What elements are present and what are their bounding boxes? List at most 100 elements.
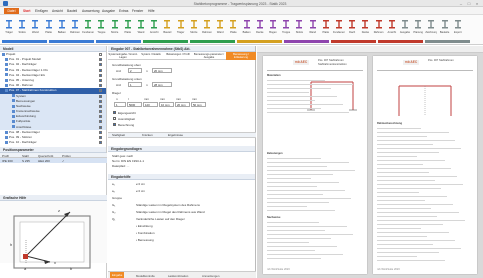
ribbon-button[interactable]: Bauteil [162,17,172,37]
ribbon-button[interactable]: Bogen [268,17,278,37]
visibility-checkbox[interactable] [99,58,102,62]
ribbon-button[interactable]: Export [453,17,463,37]
ribbon-button[interactable]: Platte [228,17,238,37]
ribbon-button[interactable]: Treppe [281,17,291,37]
document-preview[interactable]: mb AEC Pos. 007 Stahlrahmen Stahlrahmenk… [257,46,483,278]
ribbon-button[interactable]: Fundament [333,17,345,37]
ribbon-button[interactable]: Stütze [294,17,304,37]
close-icon[interactable]: × [474,1,480,6]
count-input-bottom[interactable]: 1 [128,82,142,87]
tree-item[interactable]: Pos. 10 - Dachträger [0,140,106,145]
visibility-checkbox[interactable] [99,78,102,82]
menu-item-ansicht[interactable]: Ansicht [52,9,63,13]
row-label[interactable]: Ergebnisse [168,133,183,137]
row-label[interactable]: Steifigkeit [112,133,125,137]
text-line [377,168,451,169]
ribbon-button[interactable]: Wand [215,17,225,37]
beam-c-input[interactable]: 20 mm [175,102,190,107]
menu-item-fenster[interactable]: Fenster [132,9,143,13]
ribbon-button[interactable]: Treppe [96,17,106,37]
bottom-tab-input[interactable]: Eingabe [110,272,125,278]
ribbon-button[interactable]: Decke [360,17,370,37]
visibility-checkbox[interactable] [99,136,102,139]
bottom-tab-model[interactable]: Modellkontrolle [136,274,155,278]
visibility-checkbox[interactable] [99,53,102,56]
count-input-top[interactable]: 2 [128,68,142,73]
visibility-checkbox[interactable] [99,63,102,67]
visibility-checkbox[interactable] [99,84,102,88]
ribbon-button[interactable]: Zeichnung [425,17,437,37]
ribbon-button[interactable]: Rahmen [70,17,80,37]
visibility-checkbox[interactable] [99,125,102,129]
visibility-checkbox[interactable] [99,99,102,103]
ribbon-button[interactable]: Planung [413,17,423,37]
folder-icon [5,57,8,61]
menu-item-bauteil[interactable]: Bauteil [67,9,77,13]
ribbon-button[interactable]: Träger [176,17,186,37]
visibility-checkbox[interactable] [99,141,102,145]
ribbon-button[interactable]: Stütze [17,17,27,37]
ribbon-button[interactable]: Wand [136,17,146,37]
bottom-tab-loadcomb[interactable]: Lastkombination [168,274,188,278]
visibility-checkbox[interactable] [99,104,102,108]
pos-cell[interactable]: ✓ [62,159,65,163]
ribbon-button[interactable]: Fundament [82,17,94,37]
ribbon-button[interactable]: Ansicht [387,17,397,37]
beam-l-input[interactable]: 5000 [127,102,142,107]
menu-item-hilfe[interactable]: Hilfe [148,9,155,13]
beam-d-input[interactable]: 50 mm [191,102,206,107]
tab-parameters[interactable]: Bemessungs-parameter / Ausgabe [192,52,226,60]
visibility-checkbox[interactable] [99,120,102,124]
ribbon-button[interactable]: Stütze [189,17,199,37]
visibility-checkbox[interactable] [99,73,102,77]
ribbon-button[interactable]: Platte [123,17,133,37]
ribbon-button[interactable]: Träger [4,17,14,37]
menu-item-ausgabe[interactable]: Ausgabe [102,9,115,13]
diameter-select-top[interactable]: 20 mm [152,68,172,73]
file-menu-button[interactable]: Datei [4,8,19,14]
tab-details[interactable]: System / Details [138,52,164,60]
menu-item-einfuegen[interactable]: Einfügen [35,9,48,13]
eccentricity-checkbox[interactable] [113,117,116,120]
tab-loads[interactable]: Belastungen / Profil [164,52,192,60]
ribbon-button[interactable]: Decke [255,17,265,37]
ribbon-button[interactable]: Dach [347,17,357,37]
ribbon-button[interactable]: Ausgabe [400,17,410,37]
ribbon-button[interactable]: Bauteile [440,17,450,37]
visibility-checkbox[interactable] [99,68,102,72]
ribbon-button[interactable]: Ansicht [149,17,159,37]
diameter-select-bottom[interactable]: 28 mm [152,82,172,87]
ribbon-button[interactable]: Balken [57,17,67,37]
tab-design[interactable]: Bemessung / Erläuterung [226,52,256,60]
ribbon-button[interactable]: Wand [308,17,318,37]
visibility-checkbox[interactable] [99,115,102,119]
beam-b-input[interactable]: 10 mm [159,102,174,107]
maximize-icon[interactable]: □ [466,1,472,6]
ribbon-button[interactable]: Balken [242,17,252,37]
beam-n-input[interactable]: 1 [114,102,126,107]
menu-item-extras[interactable]: Extras [119,9,128,13]
beam-a-input[interactable]: 120 [143,102,158,107]
calc-checkbox[interactable] [113,123,116,126]
ribbon-button[interactable]: Platte [321,17,331,37]
section-title: Nachweise [267,216,281,219]
ribbon-button[interactable]: Rahmen [374,17,384,37]
pos-cell[interactable]: HEA 200 [38,159,50,163]
menu-item-start[interactable]: Start [23,9,31,13]
tab-system[interactable]: Systemeingabe / Grund-Lagen [108,52,138,60]
visibility-checkbox[interactable] [99,89,102,93]
ribbon-button[interactable]: Platte [44,17,54,37]
menu-item-auswertung[interactable]: Auswertung [82,9,99,13]
visibility-checkbox[interactable] [99,110,102,114]
visibility-checkbox[interactable] [99,130,102,134]
pos-cell[interactable]: IPE 300 [2,159,13,163]
visibility-checkbox[interactable] [99,94,102,98]
self-weight-checkbox[interactable] [113,111,116,114]
row-label[interactable]: Knicken [142,133,153,137]
minimize-icon[interactable]: – [458,1,464,6]
pos-cell[interactable]: S 235 [22,159,30,163]
ribbon-button[interactable]: Stütze [110,17,120,37]
ribbon-button[interactable]: Rahmen [202,17,212,37]
bottom-tab-notes[interactable]: Anmerkungen [202,274,219,278]
ribbon-button[interactable]: Wand [30,17,40,37]
